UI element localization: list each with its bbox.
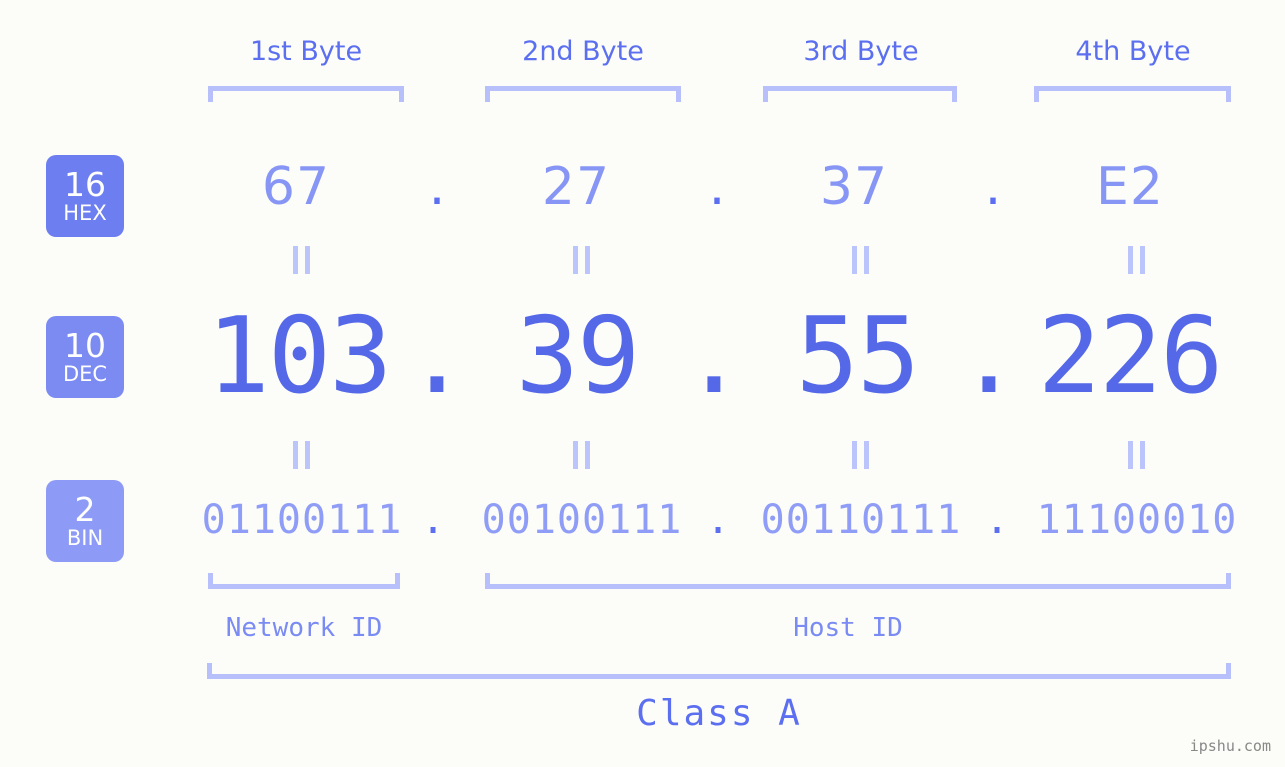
hex-byte-1: 67 — [261, 157, 331, 217]
watermark: ipshu.com — [1189, 737, 1271, 755]
equals-mark-hex-dec-3 — [843, 243, 877, 277]
equals-mark-hex-dec-4 — [1119, 243, 1153, 277]
network-id-label: Network ID — [225, 613, 383, 643]
bin-byte-1: 01100111 — [201, 497, 403, 543]
byte-header-2: 2nd Byte — [522, 36, 644, 67]
hex-byte-4: E2 — [1096, 157, 1164, 217]
radix-badge-dec-abbr: DEC — [62, 362, 108, 386]
dec-byte-4: 226 — [1037, 295, 1224, 417]
radix-badge-dec: 10 DEC — [46, 316, 124, 398]
equals-mark-dec-bin-2 — [564, 438, 598, 472]
hex-separator-1: . — [428, 157, 446, 217]
radix-badge-bin-abbr: BIN — [66, 526, 104, 550]
radix-badge-hex: 16 HEX — [46, 155, 124, 237]
dec-separator-1: . — [405, 295, 468, 417]
equals-mark-hex-dec-2 — [564, 243, 598, 277]
byte-bracket-4 — [1034, 86, 1231, 102]
dec-byte-2: 39 — [515, 295, 640, 417]
class-label: Class A — [636, 693, 802, 734]
bin-separator-3: . — [984, 497, 1010, 543]
bin-byte-4: 11100010 — [1036, 497, 1238, 543]
bin-separator-1: . — [420, 497, 446, 543]
host-id-bracket — [485, 573, 1231, 589]
radix-badge-hex-number: 16 — [64, 165, 106, 204]
dec-separator-2: . — [682, 295, 745, 417]
host-id-label: Host ID — [793, 613, 903, 643]
byte-header-4: 4th Byte — [1075, 36, 1191, 67]
bin-separator-2: . — [705, 497, 731, 543]
byte-bracket-2 — [485, 86, 681, 102]
radix-badge-bin: 2 BIN — [46, 480, 124, 562]
dec-byte-3: 55 — [795, 295, 920, 417]
radix-badge-bin-number: 2 — [74, 490, 96, 529]
equals-mark-dec-bin-3 — [843, 438, 877, 472]
radix-badge-hex-abbr: HEX — [63, 201, 107, 225]
hex-byte-3: 37 — [819, 157, 889, 217]
hex-byte-2: 27 — [541, 157, 611, 217]
dec-separator-3: . — [957, 295, 1020, 417]
hex-separator-2: . — [708, 157, 726, 217]
byte-bracket-3 — [763, 86, 957, 102]
byte-header-1: 1st Byte — [249, 36, 363, 67]
network-id-bracket — [208, 573, 400, 589]
byte-bracket-1 — [208, 86, 404, 102]
radix-badge-dec-number: 10 — [64, 326, 106, 365]
hex-separator-3: . — [984, 157, 1002, 217]
equals-mark-dec-bin-4 — [1119, 438, 1153, 472]
bin-byte-2: 00100111 — [481, 497, 683, 543]
class-bracket — [207, 663, 1231, 679]
bin-byte-3: 00110111 — [760, 497, 962, 543]
dec-byte-1: 103 — [206, 295, 393, 417]
ip-breakdown-diagram: 1st Byte 2nd Byte 3rd Byte 4th Byte 16 H… — [0, 0, 1285, 767]
equals-mark-hex-dec-1 — [284, 243, 318, 277]
equals-mark-dec-bin-1 — [284, 438, 318, 472]
byte-header-3: 3rd Byte — [803, 36, 919, 67]
